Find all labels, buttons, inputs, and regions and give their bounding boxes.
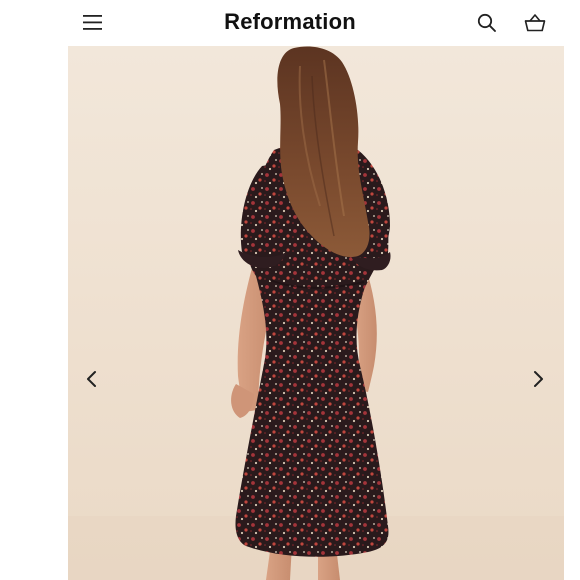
shopping-basket-icon (524, 14, 546, 32)
chevron-left-icon (87, 371, 96, 387)
product-image-gallery (68, 46, 564, 580)
site-header: Reformation (0, 0, 580, 46)
cart-button[interactable] (521, 10, 549, 36)
search-icon (477, 13, 496, 32)
product-photo (68, 46, 564, 580)
product-page: Reformation (0, 0, 580, 580)
previous-image-button[interactable] (82, 367, 102, 391)
next-image-button[interactable] (528, 367, 548, 391)
search-button[interactable] (474, 10, 500, 36)
brand-name[interactable]: Reformation (224, 9, 356, 34)
chevron-right-icon (534, 371, 543, 387)
